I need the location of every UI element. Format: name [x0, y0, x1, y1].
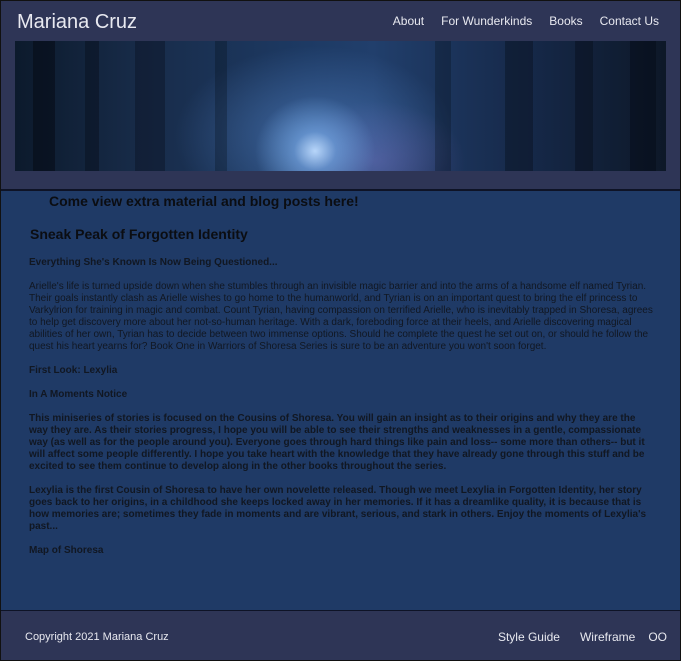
- site-header: Mariana Cruz About For Wunderkinds Books…: [1, 1, 680, 191]
- nav-for-wunderkinds[interactable]: For Wunderkinds: [441, 14, 532, 28]
- site-title[interactable]: Mariana Cruz: [17, 11, 137, 34]
- first-look-heading: First Look: Lexylia: [29, 365, 118, 376]
- in-a-moments-notice-heading: In A Moments Notice: [29, 389, 128, 400]
- main-nav: About For Wunderkinds Books Contact Us: [393, 14, 659, 28]
- wireframe-link[interactable]: Wireframe: [580, 630, 635, 644]
- miniseries-paragraph: This miniseries of stories is focused on…: [29, 413, 645, 472]
- forest-banner-image: [15, 41, 666, 171]
- nav-contact-us[interactable]: Contact Us: [600, 14, 659, 28]
- style-guide-link[interactable]: Style Guide: [498, 630, 560, 644]
- nav-about[interactable]: About: [393, 14, 424, 28]
- copyright-text: Copyright 2021 Mariana Cruz: [25, 631, 169, 643]
- tagline: Everything She's Known Is Now Being Ques…: [29, 257, 278, 268]
- main-content: Come view extra material and blog posts …: [1, 191, 680, 611]
- blog-callout-link[interactable]: Come view extra material and blog posts …: [49, 193, 359, 209]
- book-description: Everything She's Known Is Now Being Ques…: [29, 257, 657, 569]
- section-title: Sneak Peak of Forgotten Identity: [30, 226, 248, 242]
- lexylia-paragraph: Lexylia is the first Cousin of Shoresa t…: [29, 485, 647, 532]
- book-one-synopsis: Arielle's life is turned upside down whe…: [29, 281, 653, 352]
- site-footer: Copyright 2021 Mariana Cruz Style Guide …: [1, 610, 680, 660]
- oo-link[interactable]: OO: [648, 630, 667, 644]
- nav-books[interactable]: Books: [549, 14, 582, 28]
- map-heading: Map of Shoresa: [29, 545, 104, 556]
- footer-links: Style Guide Wireframe OO: [498, 630, 667, 644]
